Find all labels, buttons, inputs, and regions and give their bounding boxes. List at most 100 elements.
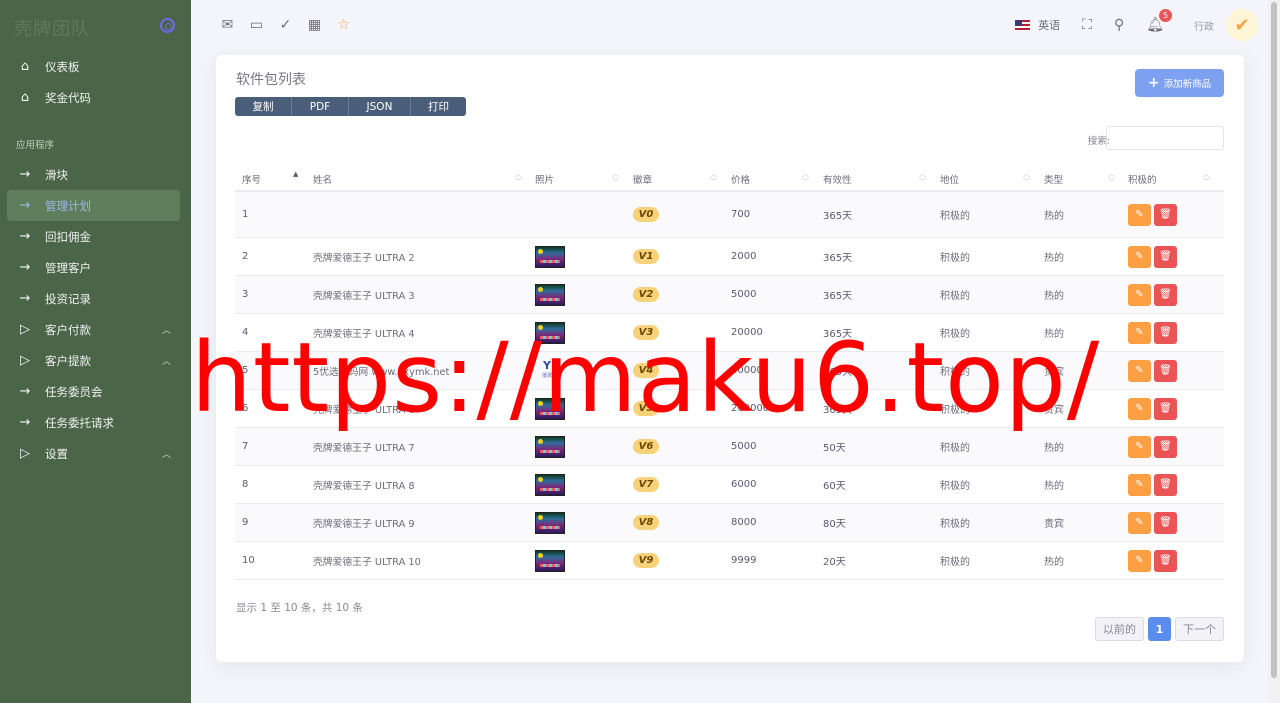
sidebar-item-rebate-commission[interactable]: → 回扣佣金: [0, 221, 191, 252]
header-id[interactable]: 序号: [242, 172, 261, 186]
bell-icon[interactable]: 🔔︎ 5: [1146, 9, 1172, 33]
delete-button[interactable]: 🗑︎: [1154, 397, 1177, 420]
sort-icon[interactable]: ︿ ﹀: [1023, 170, 1030, 186]
sidebar-item-settings[interactable]: ▷ 设置 ︿: [0, 438, 191, 469]
page-scrollbar[interactable]: [1268, 0, 1280, 703]
check-circle-icon[interactable]: ✓: [277, 16, 294, 33]
page-1-button[interactable]: 1: [1148, 617, 1171, 641]
cell-actions: ✎ 🗑︎: [1128, 504, 1177, 541]
header-status[interactable]: 地位: [940, 172, 959, 186]
header-actions[interactable]: 积极的: [1128, 172, 1157, 186]
delete-button[interactable]: 🗑︎: [1154, 549, 1177, 572]
level-badge: V0: [633, 207, 659, 222]
sort-icon[interactable]: ︿ ﹀: [1203, 170, 1210, 186]
delete-button[interactable]: 🗑︎: [1154, 511, 1177, 534]
sidebar-item-manage-customers[interactable]: → 管理客户: [0, 252, 191, 283]
sort-icon[interactable]: ︿ ﹀: [612, 170, 619, 186]
sidebar-item-task-requests[interactable]: → 任务委托请求: [0, 407, 191, 438]
table-row: 1 V0 700 365天 积极的 热的 ✎ 🗑︎: [235, 192, 1224, 238]
search-icon[interactable]: ⚲: [1114, 17, 1124, 33]
brand-name: 壳牌团队: [14, 18, 90, 40]
sort-icon[interactable]: ︿ ﹀: [802, 170, 809, 186]
sort-icon[interactable]: ︿ ﹀: [1108, 170, 1115, 186]
trash-icon: 🗑︎: [1159, 517, 1172, 528]
fullscreen-icon[interactable]: ⛶: [1082, 17, 1092, 33]
sidebar-item-manage-plans[interactable]: → 管理计划: [7, 190, 180, 221]
delete-button[interactable]: 🗑︎: [1154, 359, 1177, 382]
sort-icon[interactable]: ︿ ﹀: [515, 170, 522, 186]
star-icon[interactable]: ☆: [335, 16, 352, 33]
sidebar-item-task-committee[interactable]: → 任务委员会: [0, 376, 191, 407]
sidebar-item-slider[interactable]: → 滑块: [0, 159, 191, 190]
cell-validity: 80天: [823, 519, 846, 530]
table-row: 8 壳牌爱德王子 ULTRA 8 V7 6000 60天 积极的 热的 ✎ 🗑︎: [235, 466, 1224, 504]
pdf-button[interactable]: PDF: [292, 97, 349, 116]
search-input[interactable]: [1106, 126, 1224, 150]
avatar[interactable]: ✔: [1226, 9, 1258, 41]
delete-button[interactable]: 🗑︎: [1154, 435, 1177, 458]
header-name[interactable]: 姓名: [313, 172, 332, 186]
edit-button[interactable]: ✎: [1128, 435, 1151, 458]
chat-icon[interactable]: ▭: [248, 16, 265, 33]
edit-button[interactable]: ✎: [1128, 203, 1151, 226]
delete-button[interactable]: 🗑︎: [1154, 203, 1177, 226]
delete-button[interactable]: 🗑︎: [1154, 245, 1177, 268]
sort-icon[interactable]: ︿ ﹀: [710, 170, 717, 186]
edit-button[interactable]: ✎: [1128, 397, 1151, 420]
chevron-up-icon: ︿: [161, 326, 171, 336]
header-badge[interactable]: 徽章: [633, 172, 652, 186]
us-flag-icon[interactable]: [1015, 20, 1031, 30]
language-selector[interactable]: 英语: [1038, 17, 1060, 33]
calendar-icon[interactable]: ▦: [306, 16, 323, 33]
json-button[interactable]: JSON: [349, 97, 411, 116]
trash-icon: 🗑︎: [1159, 555, 1172, 566]
cell-name: 壳牌爱德王子 ULTRA 8: [313, 480, 415, 492]
cell-id: 2: [242, 251, 249, 262]
sidebar-item-label: 任务委员会: [45, 384, 103, 399]
trash-icon: 🗑︎: [1159, 251, 1172, 262]
edit-button[interactable]: ✎: [1128, 321, 1151, 344]
scrollbar-thumb[interactable]: [1271, 2, 1277, 678]
trash-icon: 🗑︎: [1159, 365, 1172, 376]
cell-validity: 365天: [823, 253, 853, 264]
sidebar-item-customer-payments[interactable]: ▷ 客户付款 ︿: [0, 314, 191, 345]
topbar: ✉ ▭ ✓ ▦ ☆ 英语 ⛶ ⚲ 🔔︎ 5 行政 ✔: [191, 0, 1268, 50]
edit-button[interactable]: ✎: [1128, 283, 1151, 306]
edit-button[interactable]: ✎: [1128, 473, 1151, 496]
sidebar-toggle-icon[interactable]: [160, 18, 175, 33]
arrow-right-icon: →: [19, 167, 31, 182]
sidebar-item-dashboard[interactable]: ⌂ 仪表板: [0, 51, 191, 82]
header-price[interactable]: 价格: [731, 172, 750, 186]
cell-type: 热的: [1044, 211, 1064, 222]
mail-icon[interactable]: ✉: [219, 16, 236, 33]
prev-page-button[interactable]: 以前的: [1095, 617, 1144, 641]
edit-button[interactable]: ✎: [1128, 549, 1151, 572]
copy-button[interactable]: 复制: [235, 97, 292, 116]
sidebar-item-label: 设置: [45, 446, 68, 461]
cell-photo: [535, 276, 565, 313]
play-icon: ▷: [20, 322, 30, 337]
sidebar-item-investment-records[interactable]: → 投资记录: [0, 283, 191, 314]
edit-button[interactable]: ✎: [1128, 245, 1151, 268]
header-type[interactable]: 类型: [1044, 172, 1063, 186]
delete-button[interactable]: 🗑︎: [1154, 321, 1177, 344]
export-button-group: 复制 PDF JSON 打印: [235, 97, 466, 116]
delete-button[interactable]: 🗑︎: [1154, 283, 1177, 306]
level-badge: V6: [633, 439, 659, 454]
cell-type: 贵宾: [1044, 519, 1064, 530]
header-photo[interactable]: 照片: [535, 172, 554, 186]
edit-button[interactable]: ✎: [1128, 511, 1151, 534]
sort-icon[interactable]: ▲: [293, 170, 298, 178]
next-page-button[interactable]: 下一个: [1175, 617, 1224, 641]
cell-photo: [535, 238, 565, 275]
sort-icon[interactable]: ︿ ﹀: [919, 170, 926, 186]
header-validity[interactable]: 有效性: [823, 172, 852, 186]
delete-button[interactable]: 🗑︎: [1154, 473, 1177, 496]
sidebar-item-label: 仪表板: [45, 59, 80, 74]
cell-badge: V2: [633, 276, 659, 313]
add-new-item-button[interactable]: + 添加新商品: [1135, 69, 1224, 97]
print-button[interactable]: 打印: [411, 97, 466, 116]
edit-button[interactable]: ✎: [1128, 359, 1151, 382]
sidebar-item-bonus-code[interactable]: ⌂ 奖金代码: [0, 82, 191, 113]
sidebar-item-customer-withdrawals[interactable]: ▷ 客户提款 ︿: [0, 345, 191, 376]
